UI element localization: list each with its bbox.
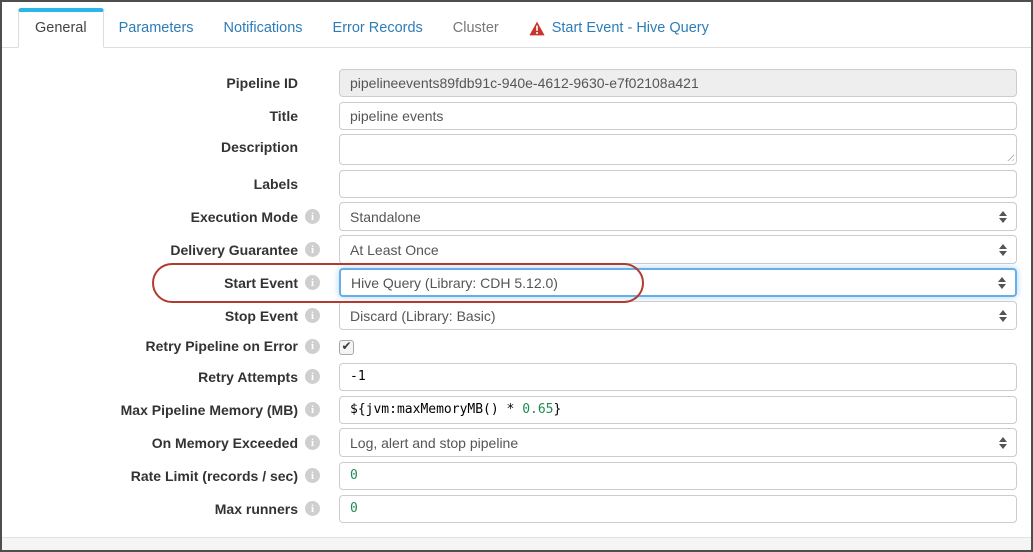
- stop-event-select[interactable]: Discard (Library: Basic): [339, 301, 1017, 330]
- title-label: Title: [2, 108, 298, 124]
- delivery-guarantee-value: At Least Once: [350, 242, 439, 258]
- title-row: Title: [2, 101, 1031, 130]
- tab-error-records[interactable]: Error Records: [318, 9, 438, 47]
- warning-icon: [529, 21, 545, 36]
- pipeline-id-input[interactable]: [339, 69, 1017, 97]
- retry-attempts-value: -1: [350, 369, 366, 384]
- select-arrows-icon: [999, 211, 1007, 223]
- tab-parameters[interactable]: Parameters: [104, 9, 209, 47]
- max-pipeline-memory-input[interactable]: ${jvm:maxMemoryMB() * 0.65}: [339, 396, 1017, 424]
- max-runners-value: 0: [350, 501, 358, 516]
- tab-error-records-label: Error Records: [333, 20, 423, 36]
- memory-expression-number: 0.65: [522, 402, 553, 417]
- rate-limit-value: 0: [350, 468, 358, 483]
- info-icon[interactable]: [305, 275, 320, 290]
- execution-mode-value: Standalone: [350, 209, 421, 225]
- tab-notifications-label: Notifications: [224, 20, 303, 36]
- tab-general[interactable]: General: [18, 8, 104, 48]
- select-arrows-icon: [999, 437, 1007, 449]
- delivery-guarantee-row: Delivery Guarantee At Least Once: [2, 235, 1031, 264]
- rate-limit-label: Rate Limit (records / sec): [2, 468, 298, 484]
- stop-event-row: Stop Event Discard (Library: Basic): [2, 301, 1031, 330]
- tab-notifications[interactable]: Notifications: [209, 9, 318, 47]
- retry-attempts-label: Retry Attempts: [2, 369, 298, 385]
- title-input[interactable]: [339, 102, 1017, 130]
- config-tabbar: General Parameters Notifications Error R…: [2, 2, 1031, 48]
- select-arrows-icon: [999, 310, 1007, 322]
- select-arrows-icon: [998, 277, 1006, 289]
- delivery-guarantee-label: Delivery Guarantee: [2, 242, 298, 258]
- memory-expression-prefix: ${jvm:maxMemoryMB() *: [350, 402, 522, 417]
- info-icon[interactable]: [305, 402, 320, 417]
- description-row: Description: [2, 134, 1031, 165]
- info-icon[interactable]: [305, 242, 320, 257]
- execution-mode-row: Execution Mode Standalone: [2, 202, 1031, 231]
- start-event-select[interactable]: Hive Query (Library: CDH 5.12.0): [339, 268, 1017, 297]
- general-tab-content: Pipeline ID Title Description: [2, 48, 1031, 537]
- tab-general-label: General: [35, 20, 87, 36]
- description-label: Description: [2, 134, 298, 155]
- max-pipeline-memory-row: Max Pipeline Memory (MB) ${jvm:maxMemory…: [2, 395, 1031, 424]
- info-icon[interactable]: [305, 308, 320, 323]
- info-icon[interactable]: [305, 468, 320, 483]
- stop-event-value: Discard (Library: Basic): [350, 308, 495, 324]
- description-textarea[interactable]: [339, 134, 1017, 165]
- start-event-label: Start Event: [2, 275, 298, 291]
- retry-pipeline-label: Retry Pipeline on Error: [2, 338, 298, 354]
- max-runners-label: Max runners: [2, 501, 298, 517]
- labels-label: Labels: [2, 176, 298, 192]
- execution-mode-label: Execution Mode: [2, 209, 298, 225]
- start-event-row: Start Event Hive Query (Library: CDH 5.1…: [2, 268, 1031, 297]
- max-runners-input[interactable]: 0: [339, 495, 1017, 523]
- pipeline-config-window: General Parameters Notifications Error R…: [0, 0, 1033, 552]
- tab-start-event-label: Start Event - Hive Query: [552, 20, 709, 36]
- pipeline-id-label: Pipeline ID: [2, 75, 298, 91]
- tab-cluster-label: Cluster: [453, 20, 499, 36]
- labels-input[interactable]: [339, 170, 1017, 198]
- rate-limit-input[interactable]: 0: [339, 462, 1017, 490]
- retry-attempts-row: Retry Attempts -1: [2, 362, 1031, 391]
- stop-event-label: Stop Event: [2, 308, 298, 324]
- delivery-guarantee-select[interactable]: At Least Once: [339, 235, 1017, 264]
- tab-start-event-hive-query[interactable]: Start Event - Hive Query: [514, 9, 724, 47]
- retry-pipeline-checkbox[interactable]: [339, 340, 354, 355]
- retry-attempts-input[interactable]: -1: [339, 363, 1017, 391]
- on-memory-exceeded-value: Log, alert and stop pipeline: [350, 435, 518, 451]
- memory-expression-suffix: }: [554, 402, 562, 417]
- tab-parameters-label: Parameters: [119, 20, 194, 36]
- max-pipeline-memory-label: Max Pipeline Memory (MB): [2, 402, 298, 418]
- tab-cluster[interactable]: Cluster: [438, 9, 514, 47]
- info-icon[interactable]: [305, 339, 320, 354]
- on-memory-exceeded-row: On Memory Exceeded Log, alert and stop p…: [2, 428, 1031, 457]
- select-arrows-icon: [999, 244, 1007, 256]
- info-icon[interactable]: [305, 209, 320, 224]
- bottom-strip: [2, 537, 1031, 550]
- labels-row: Labels: [2, 169, 1031, 198]
- execution-mode-select[interactable]: Standalone: [339, 202, 1017, 231]
- max-runners-row: Max runners 0: [2, 494, 1031, 523]
- on-memory-exceeded-select[interactable]: Log, alert and stop pipeline: [339, 428, 1017, 457]
- pipeline-id-row: Pipeline ID: [2, 68, 1031, 97]
- on-memory-exceeded-label: On Memory Exceeded: [2, 435, 298, 451]
- rate-limit-row: Rate Limit (records / sec) 0: [2, 461, 1031, 490]
- retry-pipeline-row: Retry Pipeline on Error: [2, 334, 1031, 358]
- info-icon[interactable]: [305, 501, 320, 516]
- start-event-value: Hive Query (Library: CDH 5.12.0): [351, 275, 558, 291]
- info-icon[interactable]: [305, 369, 320, 384]
- info-icon[interactable]: [305, 435, 320, 450]
